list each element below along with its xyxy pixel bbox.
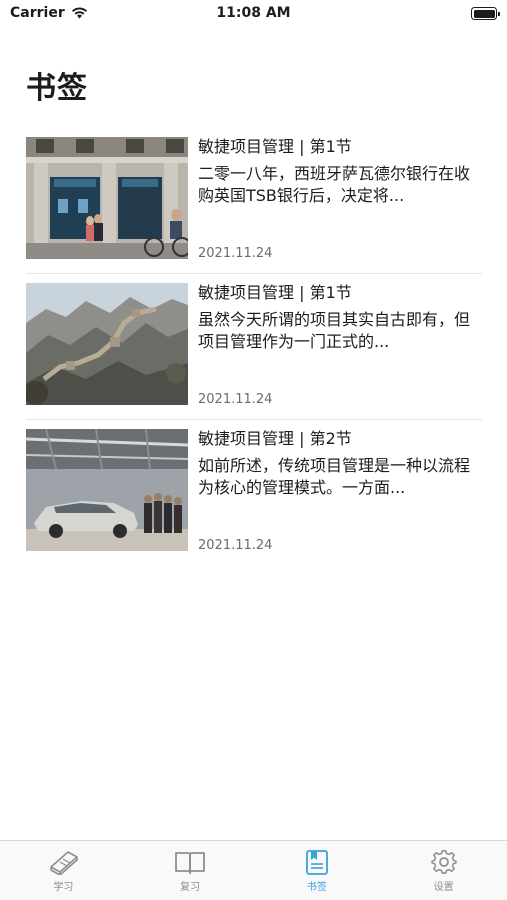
tab-label: 复习 bbox=[180, 882, 201, 893]
page-title: 书签 bbox=[26, 71, 88, 106]
bookmark-item[interactable]: 敏捷项目管理 | 第1节 二零一八年，西班牙萨瓦德尔银行在收购英国TSB银行后，… bbox=[26, 136, 482, 282]
tab-label: 学习 bbox=[53, 882, 74, 893]
bookmark-item[interactable]: 敏捷项目管理 | 第2节 如前所述，传统项目管理是一种以流程为核心的管理模式。一… bbox=[26, 428, 482, 574]
bookmark-list: 敏捷项目管理 | 第1节 二零一八年，西班牙萨瓦德尔银行在收购英国TSB银行后，… bbox=[26, 136, 482, 574]
bookmark-date: 2021.11.24 bbox=[198, 538, 273, 553]
notebook-icon bbox=[50, 851, 79, 875]
tab-label: 设置 bbox=[433, 882, 454, 893]
bookmark-text: 敏捷项目管理 | 第1节 虽然今天所谓的项目其实自古即有，但项目管理作为一门正式… bbox=[198, 282, 482, 410]
bookmark-item[interactable]: 敏捷项目管理 | 第1节 虽然今天所谓的项目其实自古即有，但项目管理作为一门正式… bbox=[26, 282, 482, 428]
bank-storefront-photo bbox=[26, 137, 188, 259]
bookmark-excerpt: 虽然今天所谓的项目其实自古即有，但项目管理作为一门正式的... bbox=[198, 310, 471, 351]
bookmark-excerpt: 如前所述，传统项目管理是一种以流程为核心的管理模式。一方面... bbox=[198, 456, 471, 497]
tab-bookmarks[interactable]: 书签 bbox=[254, 841, 381, 900]
status-bar: Carrier 11:08 AM bbox=[0, 0, 507, 30]
tab-label: 书签 bbox=[306, 882, 327, 893]
great-wall-photo bbox=[26, 283, 188, 405]
tab-review[interactable]: 复习 bbox=[127, 841, 254, 900]
bookmark-title: 敏捷项目管理 | 第1节 bbox=[198, 283, 352, 302]
bookmark-date: 2021.11.24 bbox=[198, 246, 273, 261]
tab-study[interactable]: 学习 bbox=[0, 841, 127, 900]
tab-bar: 学习 复习 书签 设置 bbox=[0, 840, 507, 900]
bookmark-icon bbox=[305, 850, 328, 875]
bookmark-text: 敏捷项目管理 | 第2节 如前所述，传统项目管理是一种以流程为核心的管理模式。一… bbox=[198, 428, 482, 556]
clock: 11:08 AM bbox=[216, 5, 291, 21]
bookmark-title: 敏捷项目管理 | 第2节 bbox=[198, 429, 352, 448]
bookmark-excerpt: 二零一八年，西班牙萨瓦德尔银行在收购英国TSB银行后，决定将... bbox=[198, 164, 471, 205]
bookmark-date: 2021.11.24 bbox=[198, 392, 273, 407]
tab-settings[interactable]: 设置 bbox=[380, 841, 507, 900]
car-factory-photo bbox=[26, 429, 188, 551]
battery-icon bbox=[471, 7, 500, 20]
bookmark-title: 敏捷项目管理 | 第1节 bbox=[198, 137, 352, 156]
gear-icon bbox=[430, 850, 457, 874]
open-book-icon bbox=[175, 852, 206, 874]
bookmark-text: 敏捷项目管理 | 第1节 二零一八年，西班牙萨瓦德尔银行在收购英国TSB银行后，… bbox=[198, 136, 482, 264]
